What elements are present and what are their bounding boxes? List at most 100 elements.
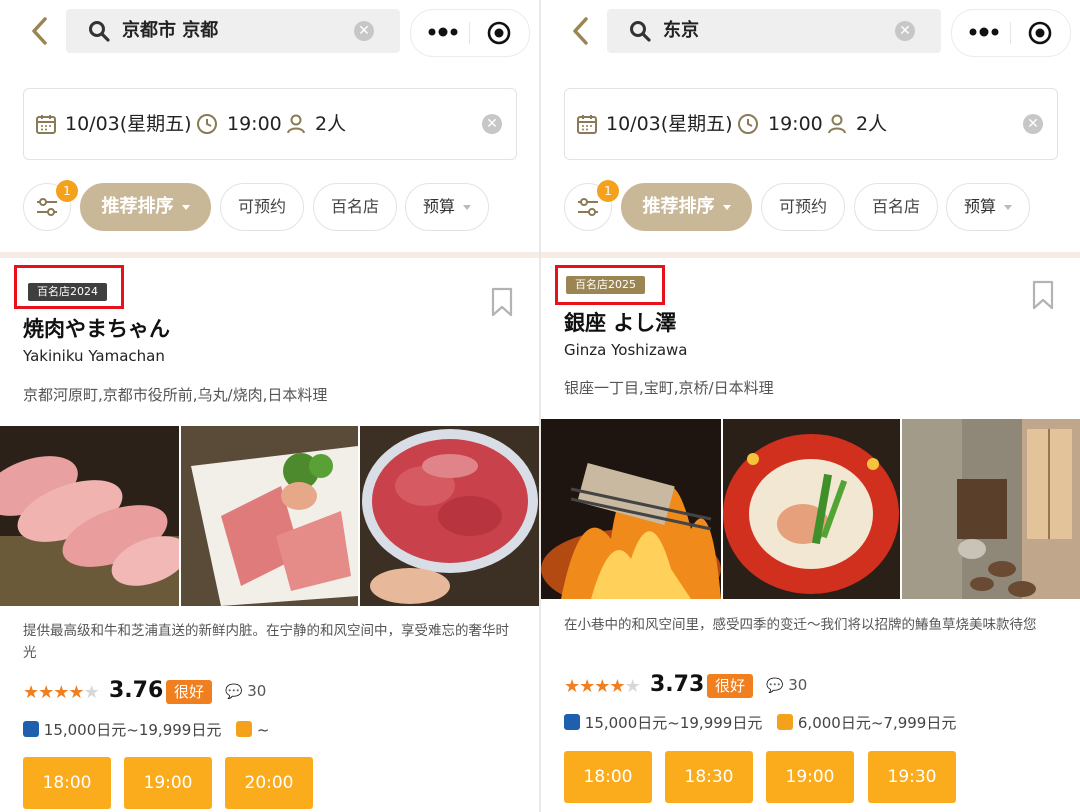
clear-date-icon[interactable]: ✕ [482,114,502,134]
photo-marbled-beef[interactable] [360,426,539,606]
search-icon [630,21,651,42]
filter-budget-label: 预算 [422,197,455,216]
time-slot-button[interactable]: 19:00 [766,751,854,803]
sort-dropdown[interactable]: 推荐排序 [621,183,752,231]
time-text: 19:00 [227,113,282,135]
sort-label: 推荐排序 [101,196,174,217]
sliders-icon [37,198,57,216]
filter-settings-button[interactable]: 1 [23,180,78,231]
time-slot-button[interactable]: 18:00 [23,757,111,809]
chevron-down-icon [181,204,190,210]
filter-settings-button[interactable]: 1 [564,180,619,231]
photo-entrance-path[interactable] [902,419,1080,599]
more-icon[interactable] [968,24,1000,40]
back-arrow-icon[interactable] [28,14,52,48]
filter-budget-dropdown[interactable]: 预算 [405,183,489,231]
search-text[interactable]: 京都市 京都 [122,20,218,42]
budget-row: 15,000日元~19,999日元 6,000日元~7,999日元 [564,712,956,734]
time-slot-button[interactable]: 18:00 [564,751,652,803]
photo-gallery[interactable] [0,426,539,606]
sort-dropdown[interactable]: 推荐排序 [80,183,211,231]
photo-beef-plate[interactable] [181,426,358,606]
top-bar: 东京 ✕ [541,0,1080,64]
restaurant-description: 在小巷中的和风空间里，感受四季的变迁～我们将以招牌的鰆鱼草烧美味款待您 [564,617,1037,633]
section-divider [0,252,539,258]
photo-grill-fire[interactable] [541,419,721,599]
star-rating-icon: ★★★★★ [564,676,641,697]
filter-hyakumeiten[interactable]: 百名店 [854,183,938,231]
back-arrow-icon[interactable] [569,14,593,48]
filter-reservable-label: 可预约 [237,197,286,216]
date-time-guest-selector[interactable]: 10/03(星期五) 19:00 2人 ✕ [23,88,517,160]
filter-reservable[interactable]: 可预约 [220,183,304,231]
bookmark-icon[interactable] [1032,280,1054,310]
date-time-guest-selector[interactable]: 10/03(星期五) 19:00 2人 ✕ [564,88,1058,160]
clear-search-icon[interactable]: ✕ [354,21,374,41]
time-slot-button[interactable]: 18:30 [665,751,753,803]
moon-icon [23,721,39,737]
sun-icon [777,714,794,730]
highlight-box [14,265,124,309]
sort-label: 推荐排序 [642,196,715,217]
close-miniprogram-icon[interactable] [487,21,511,45]
search-icon [89,21,110,42]
time-slot-button[interactable]: 19:00 [124,757,212,809]
rating-row: ★★★★★ 3.73 很好 💬 30 [564,672,864,702]
search-text[interactable]: 东京 [663,20,699,42]
capsule-divider [469,22,470,44]
more-icon[interactable] [427,24,459,40]
top-bar: 京都市 京都 ✕ [0,0,539,64]
review-count-value: 30 [247,682,267,700]
clock-icon [197,114,217,134]
clear-search-icon[interactable]: ✕ [895,21,915,41]
capsule-divider [1010,22,1011,44]
search-bar[interactable]: 东京 ✕ [607,9,941,53]
lunch-budget: ~ [256,721,270,739]
miniprogram-capsule [410,9,530,57]
screenshot: 京都市 京都 ✕ 10/03(星期五) 19:00 2人 ✕ 1 推荐排序 可预… [0,0,1080,812]
photo-kaiseki-bowl[interactable] [723,419,900,599]
person-icon [287,114,305,134]
guest-count-text: 2人 [856,113,888,135]
date-text: 10/03(星期五) [65,113,192,135]
review-count-value: 30 [788,676,808,694]
review-count: 💬 30 [766,676,807,694]
sun-icon [236,721,253,737]
lunch-budget: 6,000日元~7,999日元 [797,714,957,732]
photo-wagyu-slices[interactable] [0,426,179,606]
time-slot-button[interactable]: 20:00 [225,757,313,809]
filter-reservable[interactable]: 可预约 [761,183,845,231]
filter-budget-label: 预算 [963,197,996,216]
chevron-down-icon [722,204,731,210]
moon-icon [564,714,580,730]
panel-kyoto: 京都市 京都 ✕ 10/03(星期五) 19:00 2人 ✕ 1 推荐排序 可预… [0,0,539,812]
restaurant-name[interactable]: 焼肉やまちゃん [23,313,170,343]
comment-icon: 💬 [766,678,784,694]
time-text: 19:00 [768,113,823,135]
bookmark-icon[interactable] [491,287,513,317]
dinner-budget: 15,000日元~19,999日元 [43,721,222,739]
rating-score: 3.73 [650,672,705,697]
restaurant-name[interactable]: 銀座 よし澤 [564,307,676,337]
filter-reservable-label: 可预约 [778,197,827,216]
restaurant-roman-name: Ginza Yoshizawa [564,341,688,359]
time-slot-button[interactable]: 19:30 [868,751,956,803]
filter-hyakumeiten[interactable]: 百名店 [313,183,397,231]
clock-icon [738,114,758,134]
guest-count-text: 2人 [315,113,347,135]
search-bar[interactable]: 京都市 京都 ✕ [66,9,400,53]
chevron-down-icon [1004,205,1012,210]
close-miniprogram-icon[interactable] [1028,21,1052,45]
rating-tag: 很好 [707,674,754,698]
filter-bar: 1 推荐排序 可预约 百名店 预算 [0,180,539,233]
filter-hyakumeiten-label: 百名店 [871,197,920,216]
calendar-icon [577,115,597,134]
clear-date-icon[interactable]: ✕ [1023,114,1043,134]
photo-gallery[interactable] [541,419,1080,599]
chevron-down-icon [463,205,471,210]
star-rating-icon: ★★★★★ [23,682,100,703]
filter-budget-dropdown[interactable]: 预算 [946,183,1030,231]
budget-row: 15,000日元~19,999日元 ~ [23,719,269,741]
dinner-budget: 15,000日元~19,999日元 [584,714,763,732]
miniprogram-capsule [951,9,1071,57]
